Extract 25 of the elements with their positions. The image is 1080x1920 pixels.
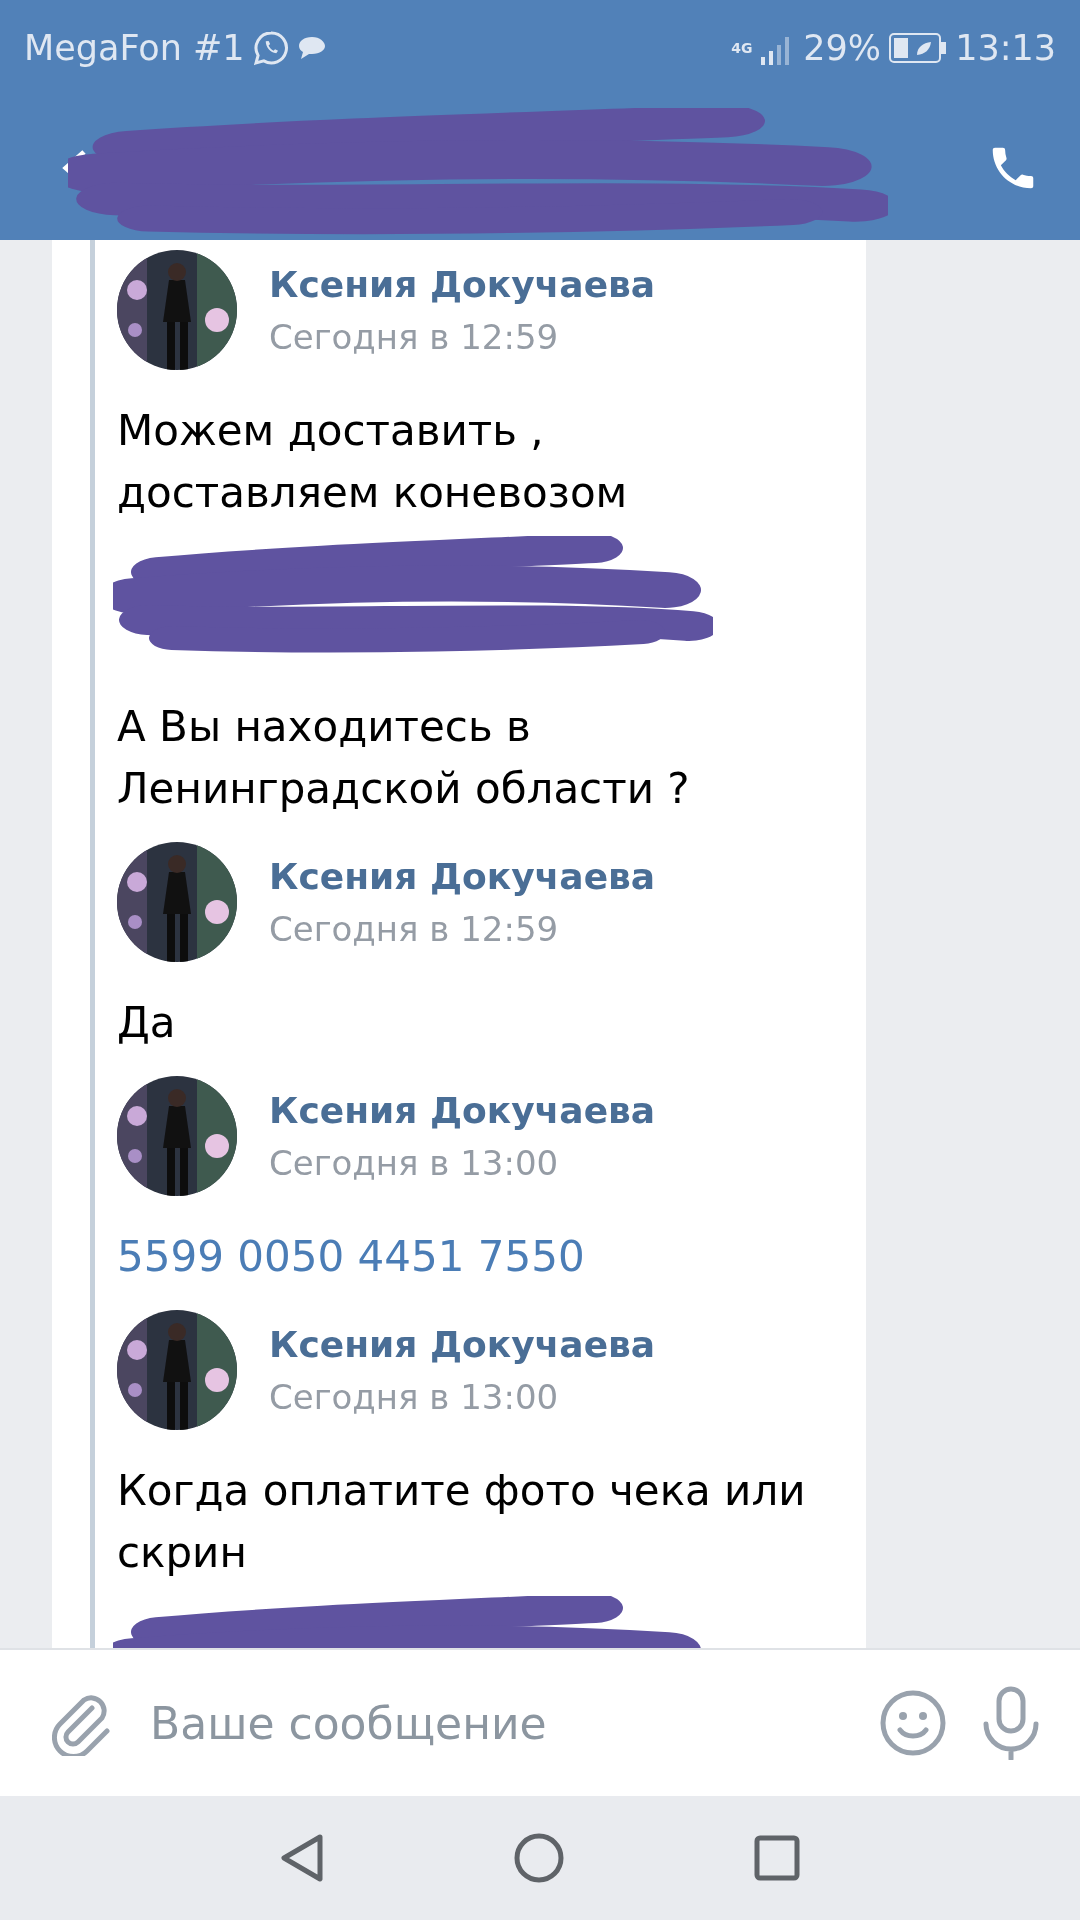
carrier-name: MegaFon #1	[24, 28, 245, 68]
message-time: Сегодня в 12:59	[269, 316, 560, 357]
message-time: Сегодня в 13:00	[269, 1142, 560, 1183]
network-label: 4G	[731, 41, 754, 55]
battery-percent: 29%	[803, 28, 882, 68]
microphone-icon[interactable]	[982, 1686, 1040, 1760]
back-triangle-icon[interactable]	[280, 1833, 324, 1883]
message-text: А Вы находитесь в Ленинградской области ?	[117, 701, 691, 815]
card-number-link[interactable]: 5599 0050 4451 7550	[117, 1226, 866, 1288]
message-time: Сегодня в 13:00	[269, 1376, 560, 1417]
home-circle-icon[interactable]	[514, 1833, 564, 1883]
battery-icon	[889, 33, 948, 63]
message-text: Можем доставить , доставляем коневозом	[117, 405, 629, 519]
message-time: Сегодня в 12:59	[269, 908, 560, 949]
author-name[interactable]: Ксения Докучаева	[269, 855, 656, 897]
message-text: Когда оплатите фото чека или скрин	[117, 1465, 807, 1579]
author-name[interactable]: Ксения Докучаева	[269, 1323, 656, 1365]
recents-square-icon[interactable]	[754, 1835, 800, 1881]
clock: 13:13	[955, 28, 1056, 68]
author-name[interactable]: Ксения Докучаева	[269, 263, 656, 305]
smiley-icon[interactable]	[880, 1690, 946, 1756]
chat-bubble-icon	[296, 35, 327, 61]
author-name[interactable]: Ксения Докучаева	[269, 1089, 656, 1131]
phone-bubble-icon	[252, 30, 289, 66]
message-text: Да	[117, 997, 177, 1049]
